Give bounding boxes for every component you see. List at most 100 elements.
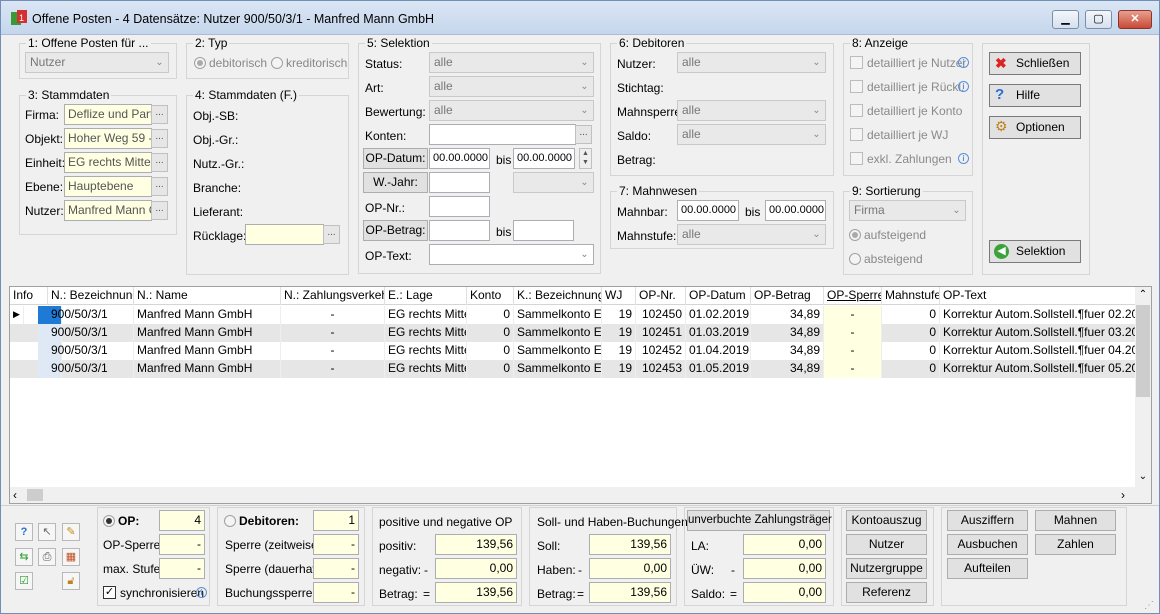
cursor-icon[interactable]: ↖: [38, 523, 56, 541]
column-header[interactable]: OP-Nr.: [636, 287, 686, 305]
column-header[interactable]: N.: Bezeichnung: [48, 287, 134, 305]
close-icon[interactable]: ✕: [1118, 10, 1152, 29]
column-header[interactable]: OP-Text: [940, 287, 1136, 305]
help-icon[interactable]: ?: [15, 523, 33, 541]
table-cell[interactable]: 900/50/3/1: [48, 324, 134, 342]
pencil-icon[interactable]: ✎: [62, 523, 80, 541]
date-spinner[interactable]: ▲ ▼: [579, 148, 592, 169]
scroll-thumb[interactable]: [27, 489, 43, 501]
konten-field[interactable]: [429, 124, 576, 145]
bewertung-select[interactable]: alle ⌄: [429, 100, 594, 121]
table-cell[interactable]: Korrektur Autom.Sollstell.¶fuer 02.2019: [940, 306, 1136, 324]
grid-icon[interactable]: ▦: [62, 548, 80, 566]
column-header[interactable]: OP-Betrag: [751, 287, 824, 305]
wjahr-field[interactable]: [429, 172, 490, 193]
op-betrag-bis-field[interactable]: [513, 220, 574, 241]
op-betrag-von-field[interactable]: [429, 220, 490, 241]
column-header[interactable]: OP-Datum: [686, 287, 751, 305]
ebene-ellipsis-button[interactable]: ...: [151, 177, 168, 196]
referenz-button[interactable]: Referenz: [846, 582, 927, 603]
table-cell[interactable]: 0: [467, 360, 514, 378]
table-cell[interactable]: -: [824, 306, 882, 324]
table-cell[interactable]: 34,89: [751, 324, 824, 342]
chevron-down-icon[interactable]: ⌄: [1135, 471, 1151, 482]
table-cell[interactable]: -: [824, 360, 882, 378]
column-header[interactable]: Info: [10, 287, 48, 305]
table-cell[interactable]: Manfred Mann GmbH: [134, 360, 281, 378]
table-cell[interactable]: Manfred Mann GmbH: [134, 324, 281, 342]
table-cell[interactable]: EG rechts Mitte: [385, 306, 467, 324]
synchronisieren-checkbox[interactable]: ✓: [103, 586, 116, 599]
table-row[interactable]: 900/50/3/1 Manfred Mann GmbH - EG rechts Mi…: [10, 306, 1136, 324]
table-cell[interactable]: Manfred Mann GmbH: [134, 342, 281, 360]
table-row[interactable]: 900/50/3/1 Manfred Mann GmbH - EG rechts Mi…: [10, 342, 1136, 360]
ebene-field[interactable]: Hauptebene: [64, 176, 152, 197]
minimize-icon[interactable]: ▁: [1052, 10, 1079, 29]
exkl-zahlungen-checkbox[interactable]: [850, 152, 863, 165]
table-cell[interactable]: 19: [602, 360, 636, 378]
lock-icon[interactable]: 🔓︎: [62, 572, 80, 590]
column-header[interactable]: K.: Bezeichnung: [514, 287, 602, 305]
selektion-button[interactable]: ◀ Selektion: [989, 240, 1081, 263]
table-cell[interactable]: 900/50/3/1: [48, 360, 134, 378]
table-cell[interactable]: 34,89: [751, 306, 824, 324]
nutzergruppe-button[interactable]: Nutzergruppe: [846, 558, 927, 579]
table-cell[interactable]: 102452: [636, 342, 686, 360]
column-header[interactable]: WJ: [602, 287, 636, 305]
firma-ellipsis-button[interactable]: ...: [151, 105, 168, 124]
op-datum-bis-field[interactable]: 00.00.0000: [513, 148, 575, 169]
op-betrag-button[interactable]: OP-Betrag:: [363, 220, 428, 241]
info-icon[interactable]: i: [196, 587, 207, 598]
op-nr-field[interactable]: [429, 196, 490, 217]
konten-ellipsis-button[interactable]: ...: [575, 125, 592, 144]
nutzer-button[interactable]: Nutzer: [846, 534, 927, 555]
einheit-ellipsis-button[interactable]: ...: [151, 153, 168, 172]
table-cell[interactable]: -: [281, 306, 385, 324]
radio-aufsteigend[interactable]: aufsteigend: [849, 228, 926, 242]
ruecklage-ellipsis-button[interactable]: ...: [323, 225, 340, 244]
column-header[interactable]: Mahnstufe: [882, 287, 940, 305]
table-cell[interactable]: Korrektur Autom.Sollstell.¶fuer 04.2019: [940, 342, 1136, 360]
table-cell[interactable]: Sammelkonto Erlö: [514, 324, 602, 342]
radio-debitorisch[interactable]: debitorisch: [194, 56, 267, 70]
radio-debitoren[interactable]: Debitoren:: [224, 514, 299, 528]
table-cell[interactable]: -: [281, 360, 385, 378]
offene-posten-fuer-select[interactable]: Nutzer ⌄: [25, 52, 169, 73]
table-cell[interactable]: Korrektur Autom.Sollstell.¶fuer 05.2019: [940, 360, 1136, 378]
art-select[interactable]: alle ⌄: [429, 76, 594, 97]
deb-nutzer-select[interactable]: alle ⌄: [677, 52, 826, 73]
unverbucht-button[interactable]: unverbuchte Zahlungsträger: [687, 510, 832, 531]
column-header[interactable]: Konto: [467, 287, 514, 305]
horizontal-scrollbar[interactable]: ‹ ›: [10, 487, 1151, 503]
sortierung-select[interactable]: Firma ⌄: [849, 200, 966, 221]
anzeige-wj-checkbox[interactable]: [850, 128, 863, 141]
table-cell[interactable]: 0: [467, 342, 514, 360]
table-cell[interactable]: 102450: [636, 306, 686, 324]
status-select[interactable]: alle ⌄: [429, 52, 594, 73]
table-cell[interactable]: 01.02.2019: [686, 306, 751, 324]
chevron-up-icon[interactable]: ⌃: [1135, 289, 1151, 300]
zahlen-button[interactable]: Zahlen: [1035, 534, 1116, 555]
column-header[interactable]: N.: Name: [134, 287, 281, 305]
table-cell[interactable]: 900/50/3/1: [48, 342, 134, 360]
mahnstufe-select[interactable]: alle ⌄: [677, 224, 826, 245]
table-cell[interactable]: EG rechts Mitte: [385, 360, 467, 378]
table-cell[interactable]: 900/50/3/1: [48, 306, 134, 324]
table-cell[interactable]: 0: [882, 342, 940, 360]
table-cell[interactable]: 102453: [636, 360, 686, 378]
table-row[interactable]: 900/50/3/1 Manfred Mann GmbH - EG rechts Mi…: [10, 324, 1136, 342]
mahnen-button[interactable]: Mahnen: [1035, 510, 1116, 531]
schliessen-button[interactable]: ✖ Schließen: [989, 52, 1081, 75]
mahnbar-von-field[interactable]: 00.00.0000: [677, 200, 739, 221]
table-row[interactable]: 900/50/3/1 Manfred Mann GmbH - EG rechts Mi…: [10, 360, 1136, 378]
table-cell[interactable]: Sammelkonto Erlö: [514, 306, 602, 324]
table-cell[interactable]: -: [281, 342, 385, 360]
table-cell[interactable]: 0: [882, 360, 940, 378]
objekt-field[interactable]: Hoher Weg 59 -: [64, 128, 152, 149]
ausziffern-button[interactable]: Ausziffern: [947, 510, 1028, 531]
refresh-icon[interactable]: ⇆: [15, 548, 33, 566]
nutzer-field[interactable]: Manfred Mann G: [64, 200, 152, 221]
optionen-button[interactable]: ⚙ Optionen: [989, 116, 1081, 139]
mahnsperre-select[interactable]: alle ⌄: [677, 100, 826, 121]
radio-op[interactable]: OP:: [103, 514, 139, 528]
